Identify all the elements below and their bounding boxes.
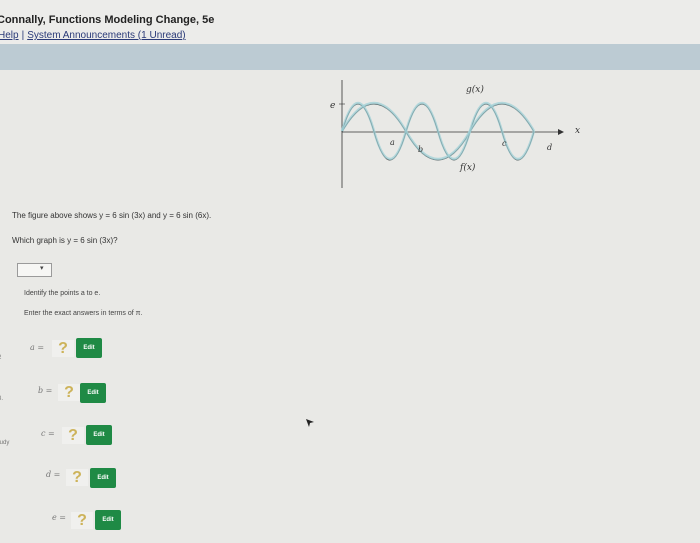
header-bar: Connally, Functions Modeling Change, 5e … <box>0 0 700 44</box>
f-curve-highlight <box>340 101 536 161</box>
answer-d-value: ? <box>66 469 88 486</box>
chevron-down-icon: ▾ <box>40 265 44 272</box>
label-b: b <box>418 145 423 154</box>
edit-d-button[interactable]: Edit <box>90 468 116 488</box>
answer-c-label: c = <box>41 429 55 438</box>
answer-b-value: ? <box>58 384 80 401</box>
label-e: e <box>330 101 335 111</box>
header-links: Help | System Announcements (1 Unread) <box>0 30 186 41</box>
label-c: c <box>502 139 507 148</box>
instruction-identify: Identify the points a to e. <box>24 290 101 297</box>
label-x: x <box>575 126 580 136</box>
edit-e-button[interactable]: Edit <box>95 510 121 530</box>
edit-c-button[interactable]: Edit <box>86 425 112 445</box>
toolbar-band <box>0 44 700 70</box>
x-axis-arrow <box>558 129 564 135</box>
answer-c-value: ? <box>62 427 84 444</box>
edit-a-button[interactable]: Edit <box>76 338 102 358</box>
answer-e-label: e = <box>52 513 66 522</box>
graph-select-dropdown[interactable]: ▾ <box>17 263 52 277</box>
label-g: g(x) <box>466 84 484 95</box>
answer-d-label: d = <box>46 470 61 479</box>
answer-e-value: ? <box>71 512 93 529</box>
edit-b-button[interactable]: Edit <box>80 383 106 403</box>
instruction-exact: Enter the exact answers in terms of π. <box>24 310 143 317</box>
help-link[interactable]: Help <box>0 30 19 41</box>
app-title: Connally, Functions Modeling Change, 5e <box>0 14 215 26</box>
answer-a-value: ? <box>52 340 74 357</box>
side-label-2: 2 <box>0 355 1 361</box>
label-d: d <box>547 143 552 152</box>
question-prompt: Which graph is y = 6 sin (3x)? <box>12 236 118 245</box>
side-label-study: tudy <box>0 440 10 446</box>
link-separator: | <box>21 30 25 41</box>
answer-b-label: b = <box>38 386 53 395</box>
mouse-cursor-icon <box>306 419 314 427</box>
announcements-link[interactable]: System Announcements (1 Unread) <box>27 30 185 41</box>
label-a: a <box>390 138 395 147</box>
answer-a-label: a = <box>30 343 45 352</box>
side-label-3: 3. <box>0 396 4 402</box>
function-graph: e g(x) x a b c d f(x) <box>330 80 580 188</box>
label-f: f(x) <box>459 162 476 173</box>
question-text: The figure above shows y = 6 sin (3x) an… <box>12 211 212 220</box>
